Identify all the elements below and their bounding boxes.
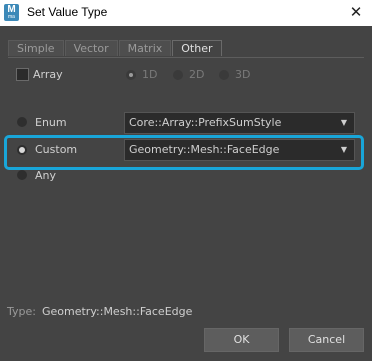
enum-dropdown[interactable]: Core::Array::PrefixSumStyle ▼	[124, 112, 355, 134]
dim-2d-radio[interactable]	[173, 70, 183, 80]
maya-app-icon: M ma	[4, 4, 19, 21]
type-label: Type:	[7, 305, 36, 318]
title-bar: M ma Set Value Type ✕	[0, 0, 372, 26]
cancel-button[interactable]: Cancel	[289, 328, 364, 352]
dim-3d-radio[interactable]	[219, 70, 229, 80]
dim-1d-radio[interactable]	[126, 70, 136, 80]
close-icon[interactable]: ✕	[348, 3, 364, 21]
tab-vector[interactable]: Vector	[64, 40, 118, 56]
chevron-down-icon: ▼	[340, 118, 348, 127]
type-readout: Type: Geometry::Mesh::FaceEdge	[7, 305, 192, 318]
tab-other[interactable]: Other	[172, 40, 222, 56]
dim-2d-label: 2D	[189, 68, 205, 81]
chevron-down-icon: ▼	[340, 145, 348, 154]
type-value: Geometry::Mesh::FaceEdge	[41, 305, 193, 318]
array-label: Array	[33, 68, 63, 81]
enum-radio[interactable]	[17, 117, 27, 127]
custom-label: Custom	[35, 143, 78, 156]
app-icon-subtext: ma	[8, 14, 15, 20]
enum-dropdown-value: Core::Array::PrefixSumStyle	[129, 116, 282, 129]
custom-radio[interactable]	[17, 145, 27, 155]
custom-dropdown[interactable]: Geometry::Mesh::FaceEdge ▼	[124, 139, 355, 161]
ok-button[interactable]: OK	[204, 328, 279, 352]
any-label: Any	[35, 169, 57, 182]
dim-3d-label: 3D	[235, 68, 251, 81]
custom-dropdown-value: Geometry::Mesh::FaceEdge	[129, 143, 280, 156]
tab-simple[interactable]: Simple	[8, 40, 64, 56]
any-radio[interactable]	[17, 170, 27, 180]
type-tabs: Simple Vector Matrix Other	[8, 40, 223, 57]
enum-label: Enum	[35, 116, 67, 129]
tab-matrix[interactable]: Matrix	[118, 40, 172, 56]
dim-1d-label: 1D	[142, 68, 158, 81]
tab-divider	[8, 57, 364, 58]
array-checkbox[interactable]	[16, 68, 29, 81]
window-title: Set Value Type	[27, 5, 108, 19]
